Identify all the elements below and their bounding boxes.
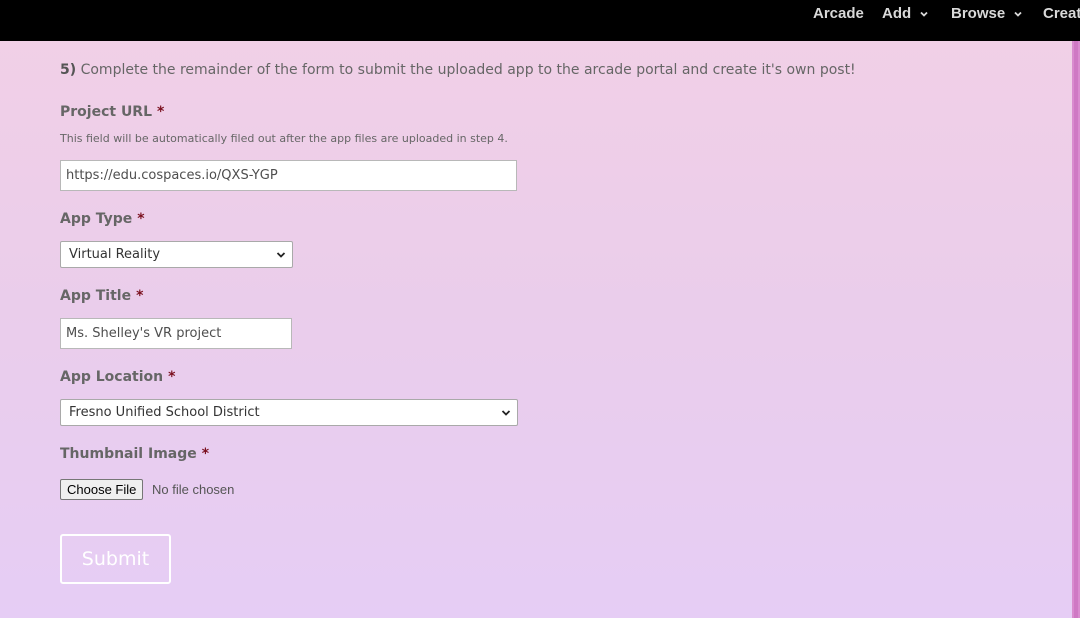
scrollbar-thumb[interactable]: [1074, 41, 1078, 618]
project-url-label-text: Project URL: [60, 104, 153, 120]
nav-item-label: Creat: [1043, 5, 1080, 22]
step-text: Complete the remainder of the form to su…: [80, 62, 856, 78]
chevron-down-icon: [1014, 11, 1022, 17]
project-url-description: This field will be automatically filed o…: [60, 132, 508, 145]
app-location-selected-value: Fresno Unified School District: [69, 405, 260, 420]
nav-item-add[interactable]: Add: [882, 0, 929, 28]
app-type-label-text: App Type: [60, 211, 133, 227]
app-title-label-text: App Title: [60, 288, 132, 304]
chevron-down-icon: [276, 252, 286, 258]
nav-item-arcade[interactable]: Arcade: [813, 0, 864, 28]
project-url-label: Project URL *: [60, 104, 164, 120]
nav-item-browse[interactable]: Browse: [951, 0, 1023, 28]
required-marker: *: [136, 288, 144, 304]
submit-button[interactable]: Submit: [60, 534, 171, 584]
app-location-select[interactable]: Fresno Unified School District: [60, 399, 518, 426]
app-type-label: App Type *: [60, 211, 145, 227]
chevron-down-icon: [501, 410, 511, 416]
step-instruction: 5) Complete the remainder of the form to…: [60, 60, 856, 80]
chevron-down-icon: [920, 11, 928, 17]
top-nav-bar: Arcade Add Browse Creat: [0, 0, 1080, 41]
app-type-select[interactable]: Virtual Reality: [60, 241, 293, 268]
required-marker: *: [137, 211, 145, 227]
thumbnail-image-label-text: Thumbnail Image: [60, 446, 197, 462]
file-status-text: No file chosen: [152, 482, 235, 497]
app-title-input[interactable]: Ms. Shelley's VR project: [60, 318, 292, 349]
nav-item-label: Add: [882, 5, 912, 22]
project-url-input[interactable]: https://edu.cospaces.io/QXS-YGP: [60, 160, 517, 191]
scrollbar[interactable]: [1072, 41, 1080, 618]
app-location-label-text: App Location: [60, 369, 164, 385]
app-type-selected-value: Virtual Reality: [69, 247, 161, 262]
required-marker: *: [168, 369, 176, 385]
required-marker: *: [201, 446, 210, 462]
choose-file-button[interactable]: Choose File: [60, 479, 144, 500]
nav-item-label: Browse: [951, 5, 1006, 22]
app-title-label: App Title *: [60, 288, 143, 304]
thumbnail-image-label: Thumbnail Image *: [60, 446, 209, 462]
nav-item-label: Arcade: [813, 5, 864, 22]
app-location-label: App Location *: [60, 369, 175, 385]
nav-item-create[interactable]: Creat: [1043, 0, 1080, 28]
step-number: 5): [60, 62, 77, 78]
required-marker: *: [157, 104, 165, 120]
